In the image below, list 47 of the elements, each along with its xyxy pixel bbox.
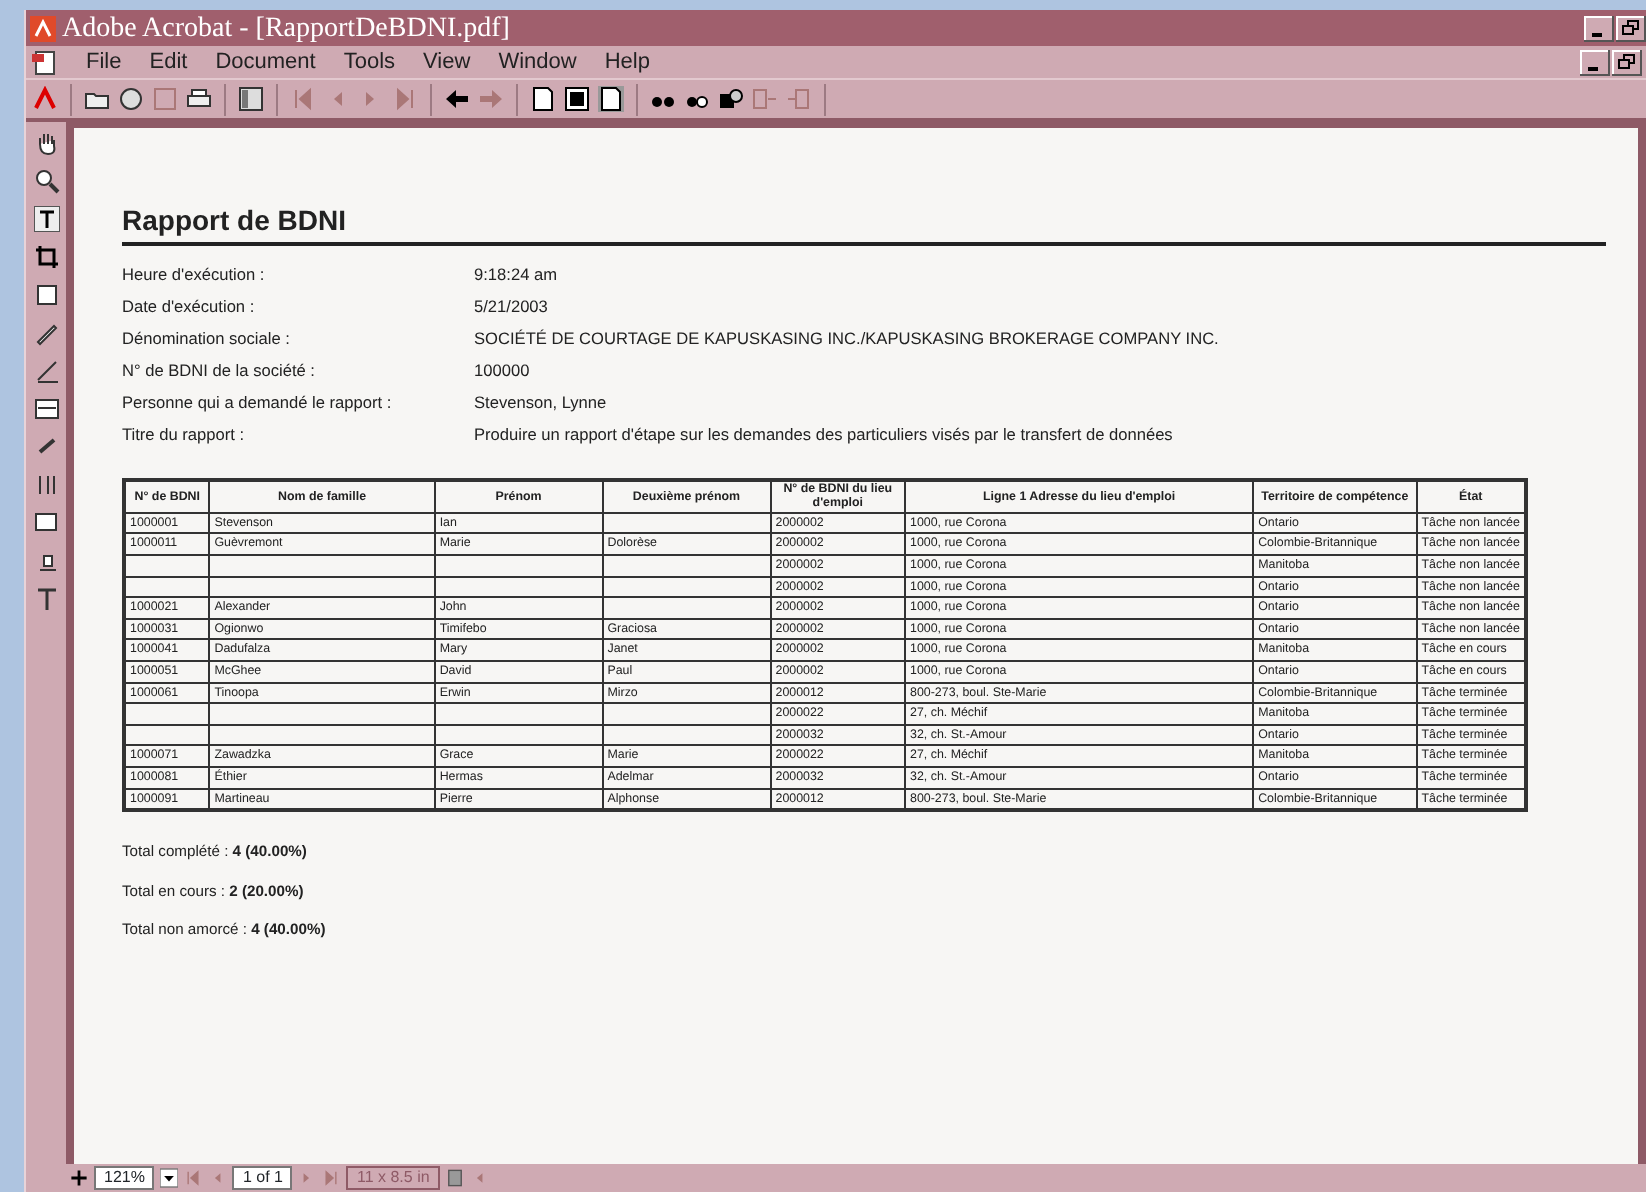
field-label: Personne qui a demandé le rapport : <box>122 389 394 415</box>
restore-button[interactable] <box>1616 15 1646 41</box>
pen-line-icon[interactable] <box>33 358 59 384</box>
menu-item[interactable]: Edit <box>149 45 188 79</box>
text-select-icon[interactable] <box>33 206 59 232</box>
fit-width-icon[interactable] <box>598 86 624 112</box>
field-value: 9:18:24 am <box>474 261 558 287</box>
app-logo-icon <box>30 15 56 41</box>
fit-page-icon[interactable] <box>564 86 590 112</box>
form-icon[interactable] <box>33 396 59 422</box>
menu-item[interactable]: View <box>423 45 471 79</box>
field-label: Titre du rapport : <box>122 421 247 447</box>
move-icon[interactable] <box>70 1168 88 1188</box>
panel-icon[interactable] <box>238 86 264 112</box>
field-label: Date d'exécution : <box>122 293 257 319</box>
menu-item[interactable]: Tools <box>343 45 396 79</box>
page-number-field[interactable]: 1 of 1 <box>232 1166 293 1190</box>
menu-item[interactable]: File <box>86 45 122 79</box>
field-label: N° de BDNI de la société : <box>122 357 317 383</box>
zoom-field[interactable]: 121% <box>94 1166 155 1190</box>
restore-button[interactable] <box>1612 49 1642 75</box>
field-value: Stevenson, Lynne <box>474 389 607 415</box>
field-label: Dénomination sociale : <box>122 325 292 351</box>
back-arrow-icon[interactable] <box>444 86 470 112</box>
page-size-label: 11 x 8.5 in <box>346 1166 440 1190</box>
field-label: Heure d'exécution : <box>122 261 267 287</box>
report-title: Rapport de BDNI <box>122 204 1606 246</box>
pencil-icon[interactable] <box>33 320 59 346</box>
hand-icon[interactable] <box>33 130 59 156</box>
minimize-button[interactable] <box>1580 49 1610 75</box>
zoom-icon[interactable] <box>33 168 59 194</box>
menu-item[interactable]: Window <box>498 45 577 79</box>
touchup-text-icon[interactable] <box>33 586 59 612</box>
page-icon[interactable] <box>530 86 556 112</box>
field-value: 100000 <box>474 357 530 383</box>
menu-item[interactable]: Document <box>215 45 316 79</box>
crop-icon[interactable] <box>33 244 59 270</box>
document-icon[interactable] <box>32 49 58 75</box>
field-value: Produire un rapport d'étape sur les demandes des particuliers visés par le transfert de données <box>474 421 1173 447</box>
window-title: Adobe Acrobat - [RapportDeBDNI.pdf] <box>62 11 510 47</box>
dropdown-caret-icon[interactable] <box>160 1168 179 1188</box>
print-icon[interactable] <box>186 86 212 112</box>
field-value: SOCIÉTÉ DE COURTAGE DE KAPUSKASING INC./KAPUSKASING BROKERAGE COMPANY INC. <box>474 325 1219 351</box>
menu-item[interactable]: Help <box>604 45 650 79</box>
page-layout-icon[interactable] <box>445 1168 464 1188</box>
field-value: 5/21/2003 <box>474 293 548 319</box>
minimize-button[interactable] <box>1584 15 1614 41</box>
